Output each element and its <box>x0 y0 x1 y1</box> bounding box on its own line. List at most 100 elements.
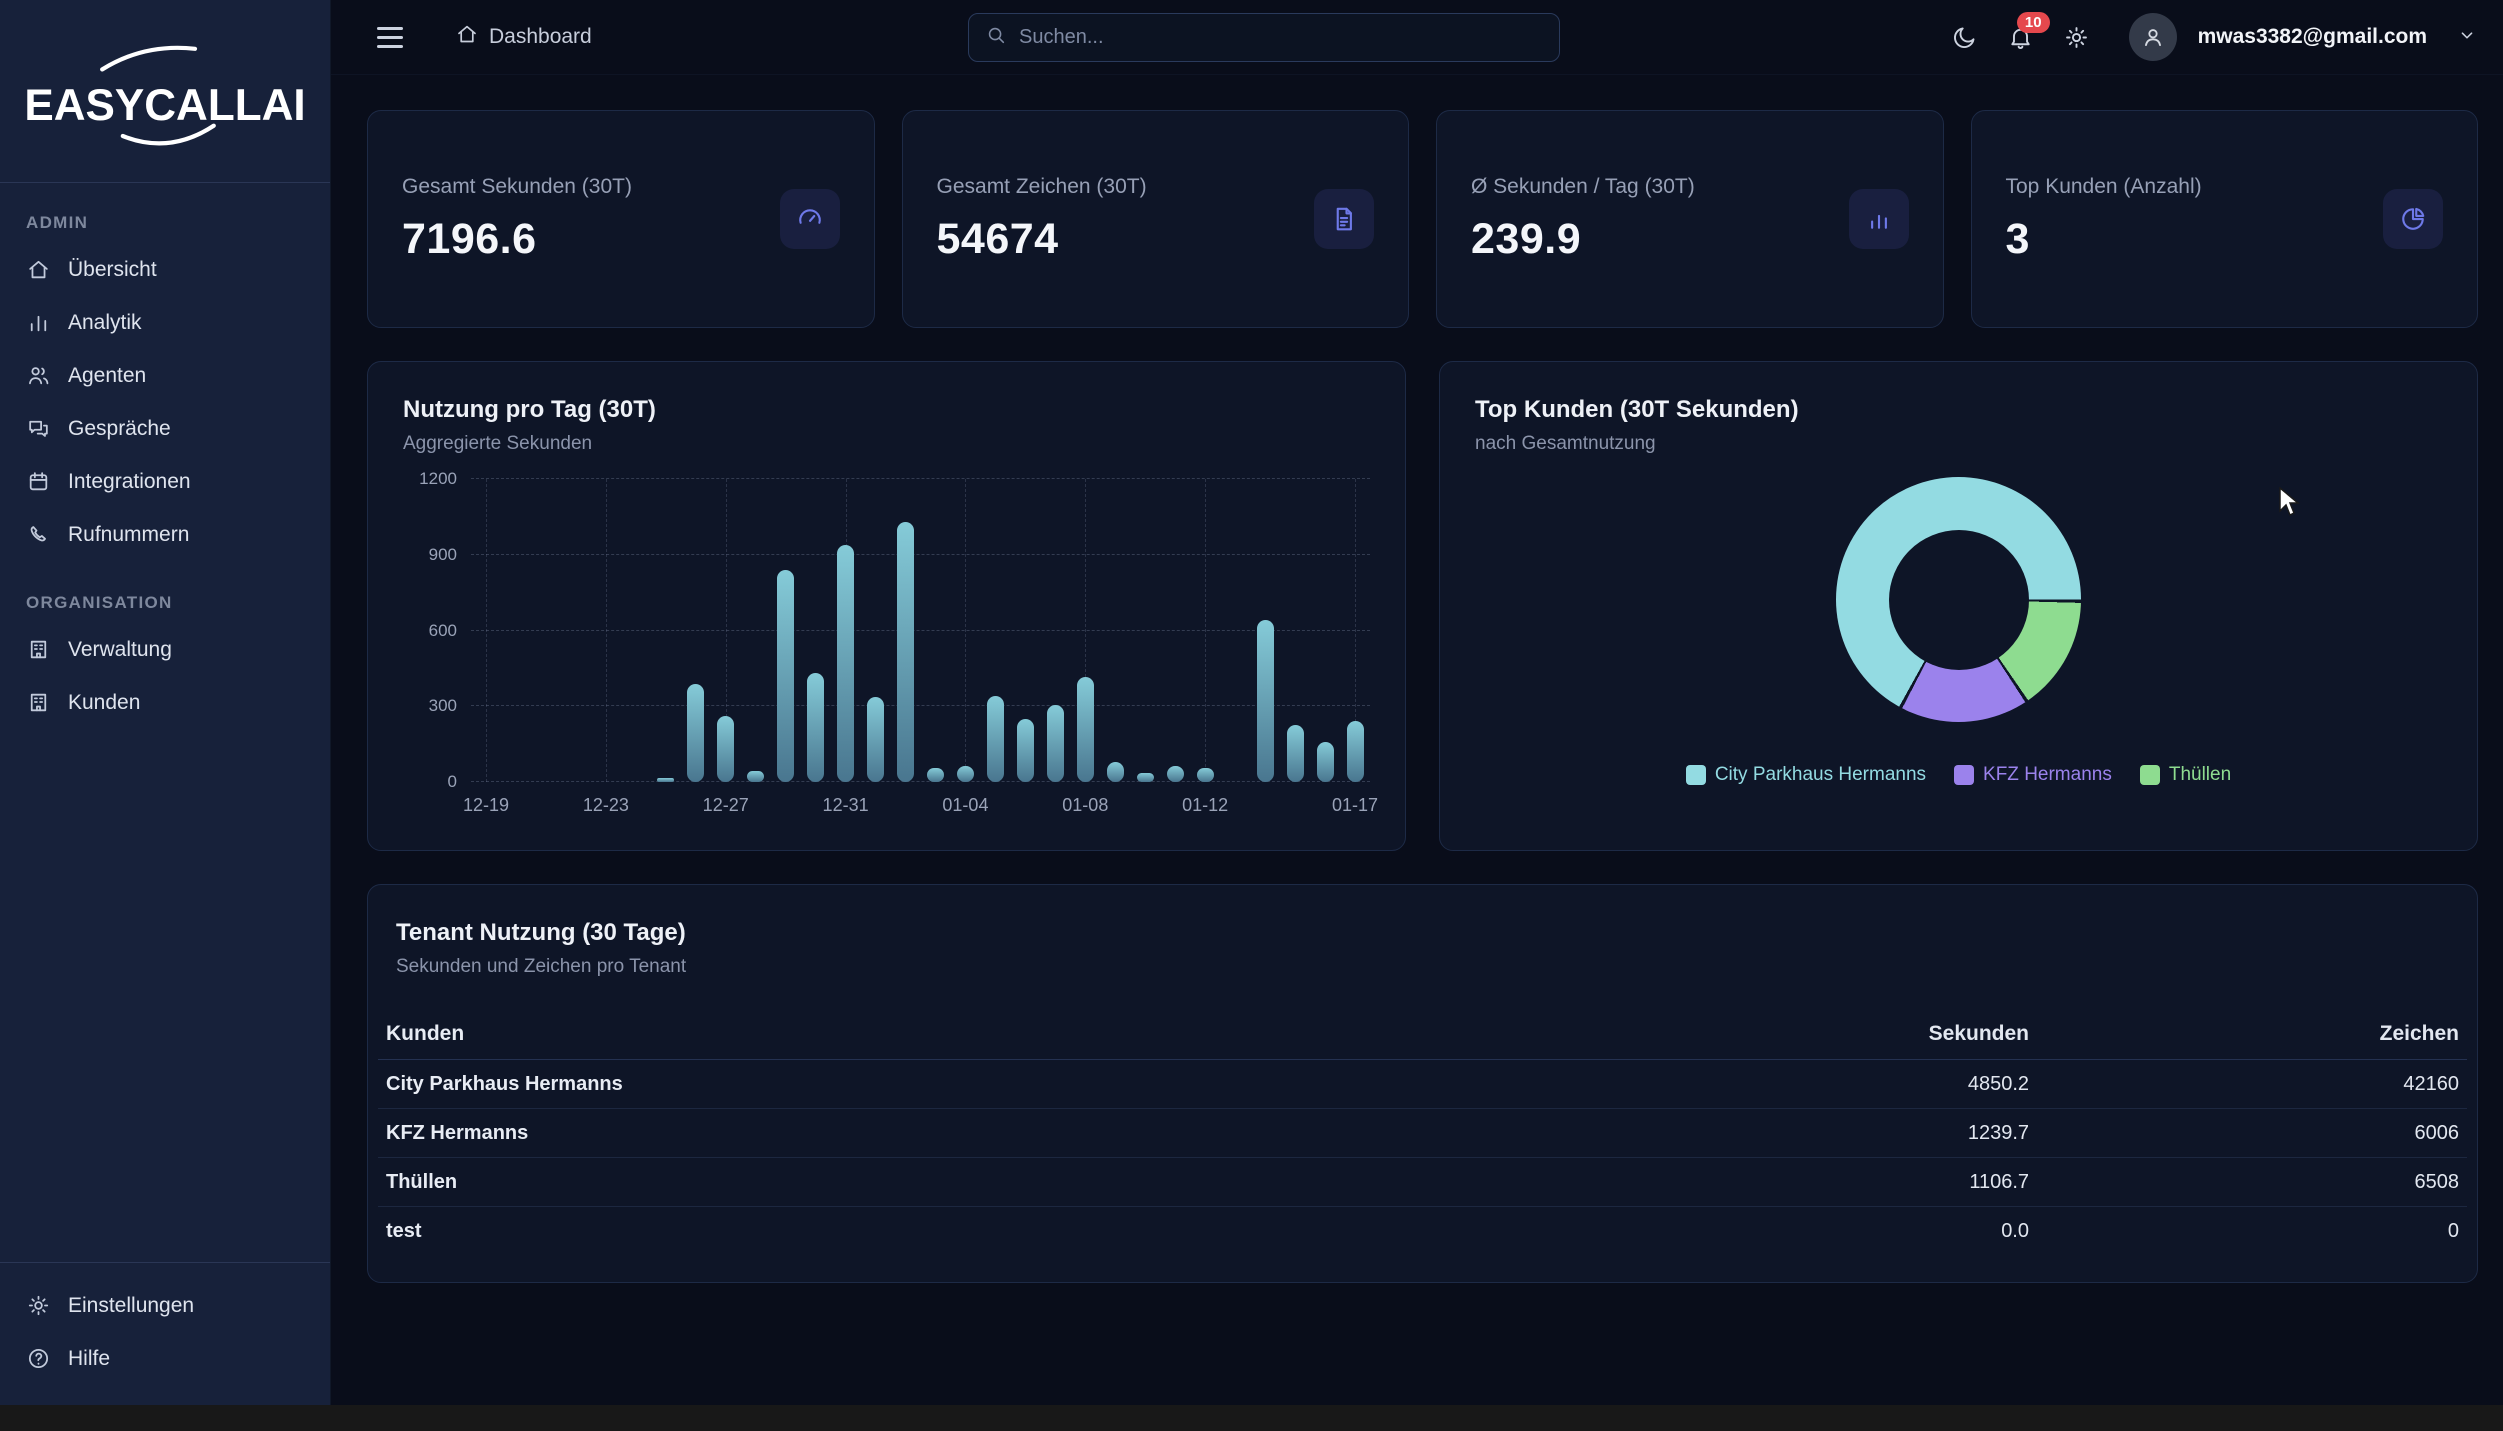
bar-plot <box>471 479 1370 782</box>
bar-slot <box>771 479 801 782</box>
bar <box>1107 762 1124 782</box>
bar <box>837 545 854 782</box>
table-row[interactable]: KFZ Hermanns1239.76006 <box>378 1109 2467 1158</box>
cell-kunde: Thüllen <box>386 1171 1789 1194</box>
logo[interactable]: EASYCALLAI <box>0 0 330 183</box>
chevron-down-icon[interactable] <box>2456 24 2478 51</box>
topbar: Dashboard 10 mwas3382@gmail.com <box>331 0 2503 75</box>
table-subtitle: Sekunden und Zeichen pro Tenant <box>396 956 2449 978</box>
sidebar-item-label: Rufnummern <box>68 523 189 547</box>
settings-button[interactable] <box>2063 24 2090 51</box>
dashboard-content: Gesamt Sekunden (30T) 7196.6 Gesamt Zeic… <box>331 75 2503 1431</box>
cell-kunde: City Parkhaus Hermanns <box>386 1073 1789 1096</box>
y-tick-label: 900 <box>429 545 457 565</box>
legend-label: City Parkhaus Hermanns <box>1715 764 1926 786</box>
sidebar-item-verwaltung[interactable]: Verwaltung <box>0 623 330 676</box>
bar-slot <box>861 479 891 782</box>
sidebar-item-hilfe[interactable]: Hilfe <box>0 1332 330 1385</box>
sidebar-item-einstellungen[interactable]: Einstellungen <box>0 1279 330 1332</box>
bar-slot <box>1220 479 1250 782</box>
bar-slot <box>980 479 1010 782</box>
sidebar-item-uebersicht[interactable]: Übersicht <box>0 243 330 296</box>
search-input[interactable] <box>1019 26 1543 49</box>
notification-badge: 10 <box>2017 12 2050 33</box>
stat-value: 3 <box>2006 215 2202 264</box>
bar-slot <box>1100 479 1130 782</box>
stat-card-top-kunden: Top Kunden (Anzahl) 3 <box>1971 110 2479 328</box>
bar <box>897 522 914 782</box>
legend-item[interactable]: KFZ Hermanns <box>1954 764 2112 786</box>
user-avatar[interactable] <box>2129 13 2177 61</box>
bar-slot <box>471 479 501 782</box>
dashboard-screen: EASYCALLAI ADMIN Übersicht Analytik Agen… <box>0 0 2503 1431</box>
bar <box>987 696 1004 782</box>
hamburger-menu-icon[interactable] <box>373 23 407 52</box>
column-header-sekunden: Sekunden <box>1789 1022 2029 1046</box>
bar <box>1137 773 1154 782</box>
legend-item[interactable]: City Parkhaus Hermanns <box>1686 764 1926 786</box>
charts-row: Nutzung pro Tag (30T) Aggregierte Sekund… <box>367 361 2478 851</box>
cell-zeichen: 0 <box>2029 1220 2459 1243</box>
y-tick-label: 1200 <box>419 469 457 489</box>
building-icon <box>26 690 51 715</box>
stat-value: 239.9 <box>1471 215 1695 264</box>
sidebar-item-integrationen[interactable]: Integrationen <box>0 455 330 508</box>
sidebar-nav: ADMIN Übersicht Analytik Agenten Gespr <box>0 183 330 1262</box>
bar-slot <box>1130 479 1160 782</box>
bar-slot <box>711 479 741 782</box>
window-bottom-strip <box>0 1405 2503 1431</box>
table-row[interactable]: Thüllen1106.76508 <box>378 1158 2467 1207</box>
bar-slot <box>1040 479 1070 782</box>
bar-slot <box>921 479 951 782</box>
calendar-icon <box>26 469 51 494</box>
bars-layer <box>471 479 1370 782</box>
bar <box>1017 719 1034 782</box>
table-row[interactable]: City Parkhaus Hermanns4850.242160 <box>378 1060 2467 1109</box>
stat-label: Top Kunden (Anzahl) <box>2006 175 2202 199</box>
legend-label: KFZ Hermanns <box>1983 764 2112 786</box>
donut-chart-card: Top Kunden (30T Sekunden) nach Gesamtnut… <box>1439 361 2478 851</box>
sidebar-item-analytik[interactable]: Analytik <box>0 296 330 349</box>
bar <box>1347 721 1364 782</box>
pie-chart-icon <box>2383 189 2443 249</box>
logo-text: EASYCALLAI <box>24 81 305 130</box>
user-email[interactable]: mwas3382@gmail.com <box>2198 25 2427 49</box>
sidebar-item-label: Einstellungen <box>68 1294 194 1318</box>
search-icon <box>985 24 1007 51</box>
notifications-button[interactable]: 10 <box>2007 24 2034 51</box>
gear-icon <box>26 1293 51 1318</box>
stat-card-avg-sekunden: Ø Sekunden / Tag (30T) 239.9 <box>1436 110 1944 328</box>
table-body: City Parkhaus Hermanns4850.242160KFZ Her… <box>378 1060 2467 1256</box>
donut-hole <box>1889 530 2029 670</box>
sidebar-item-label: Übersicht <box>68 258 157 282</box>
legend-label: Thüllen <box>2169 764 2231 786</box>
bar-slot <box>561 479 591 782</box>
bar-slot <box>1070 479 1100 782</box>
chart-title: Nutzung pro Tag (30T) <box>403 396 1370 424</box>
legend-item[interactable]: Thüllen <box>2140 764 2231 786</box>
bar <box>1167 766 1184 782</box>
bar-slot <box>681 479 711 782</box>
legend-swatch <box>1686 765 1706 785</box>
cell-sekunden: 1106.7 <box>1789 1171 2029 1194</box>
x-tick-label: 12-23 <box>583 795 629 816</box>
sidebar-item-agenten[interactable]: Agenten <box>0 349 330 402</box>
sidebar-item-kunden[interactable]: Kunden <box>0 676 330 729</box>
bar <box>1197 768 1214 782</box>
sidebar-item-rufnummern[interactable]: Rufnummern <box>0 508 330 561</box>
stat-cards-row: Gesamt Sekunden (30T) 7196.6 Gesamt Zeic… <box>367 110 2478 328</box>
help-icon <box>26 1346 51 1371</box>
dark-mode-toggle[interactable] <box>1951 24 1978 51</box>
x-tick-label: 01-04 <box>942 795 988 816</box>
section-label-organisation: ORGANISATION <box>0 593 330 613</box>
breadcrumb[interactable]: Dashboard <box>455 22 592 52</box>
cell-sekunden: 1239.7 <box>1789 1122 2029 1145</box>
sidebar-item-gespraeche[interactable]: Gespräche <box>0 402 330 455</box>
table-header-row: Kunden Sekunden Zeichen <box>378 1008 2467 1060</box>
section-label-admin: ADMIN <box>0 213 330 233</box>
cell-kunde: KFZ Hermanns <box>386 1122 1789 1145</box>
mouse-cursor <box>2278 487 2304 517</box>
bar <box>927 768 944 782</box>
table-row[interactable]: test0.00 <box>378 1207 2467 1256</box>
analytics-icon <box>26 310 51 335</box>
